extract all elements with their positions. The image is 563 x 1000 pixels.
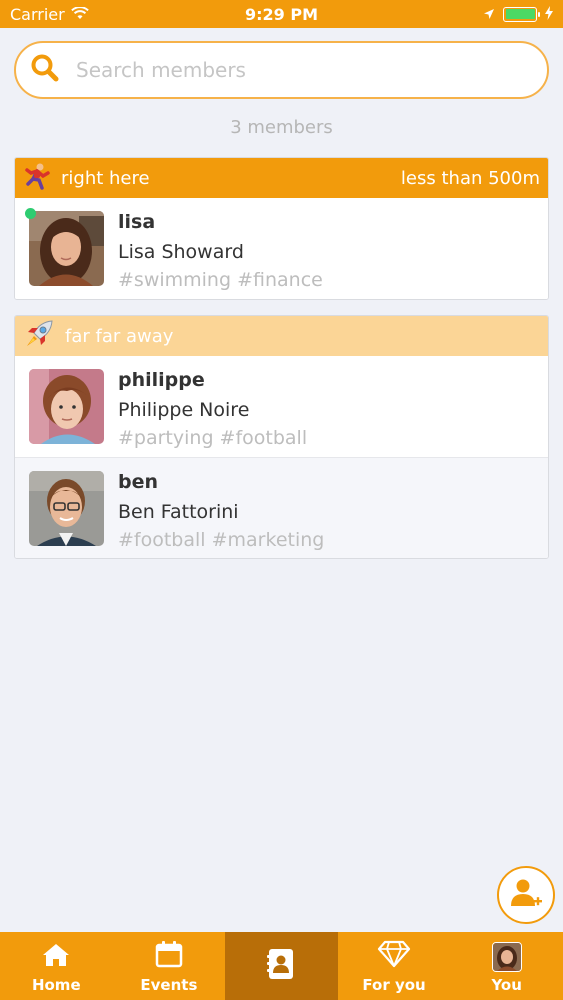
section-header: far far away [15, 316, 548, 356]
member-tags: #partying #football [118, 427, 308, 449]
online-indicator [25, 208, 36, 219]
tab-label: You [491, 976, 522, 994]
battery-icon [503, 6, 540, 22]
section-title: right here [61, 167, 150, 189]
member-username: philippe [118, 369, 205, 391]
avatar [29, 369, 104, 444]
carrier-label: Carrier [10, 4, 65, 24]
status-time: 9:29 PM [244, 4, 319, 24]
search-bar[interactable] [14, 41, 549, 99]
tab-label: Home [31, 976, 81, 994]
member-full-name: Ben Fattorini [118, 501, 239, 523]
section-far-far-away: far far away philippe Philippe Noire #pa… [14, 315, 549, 559]
member-count: 3 members [230, 117, 333, 138]
avatar [29, 211, 104, 286]
contacts-icon [267, 948, 295, 984]
avatar [29, 471, 104, 546]
location-arrow-icon [483, 5, 495, 24]
member-row-lisa[interactable]: lisa Lisa Showard #swimming #finance [15, 198, 548, 299]
member-tags: #football #marketing [118, 529, 325, 551]
charging-icon [545, 5, 553, 24]
member-full-name: Philippe Noire [118, 399, 250, 421]
section-title: far far away [65, 325, 174, 347]
tab-events[interactable]: Events [113, 932, 226, 1000]
add-member-button[interactable] [497, 866, 555, 924]
section-right-here: right here less than 500m lisa Lisa Show… [14, 157, 549, 300]
tab-bar: Home Events For you You [0, 932, 563, 1000]
tab-members[interactable] [225, 932, 338, 1000]
calendar-icon [155, 940, 183, 976]
search-input[interactable] [76, 58, 496, 82]
member-tags: #swimming #finance [118, 269, 323, 291]
member-username: ben [118, 471, 159, 493]
rocket-icon [23, 318, 55, 355]
wifi-icon [70, 5, 89, 24]
avatar [491, 942, 522, 972]
section-header: right here less than 500m [15, 158, 548, 198]
running-person-icon [23, 162, 51, 195]
member-full-name: Lisa Showard [118, 241, 244, 263]
add-user-icon [509, 876, 543, 914]
tab-for-you[interactable]: For you [338, 932, 451, 1000]
section-distance: less than 500m [400, 167, 540, 189]
diamond-icon [377, 940, 411, 976]
member-row-philippe[interactable]: philippe Philippe Noire #partying #footb… [15, 356, 548, 457]
tab-home[interactable]: Home [0, 932, 113, 1000]
tab-you[interactable]: You [450, 932, 563, 1000]
tab-label: Events [140, 976, 198, 994]
tab-label: For you [362, 976, 426, 994]
status-bar: Carrier 9:29 PM [0, 0, 563, 28]
member-username: lisa [118, 211, 156, 233]
search-icon [30, 53, 60, 87]
member-row-ben[interactable]: ben Ben Fattorini #football #marketing [15, 457, 548, 558]
home-icon [41, 942, 71, 976]
